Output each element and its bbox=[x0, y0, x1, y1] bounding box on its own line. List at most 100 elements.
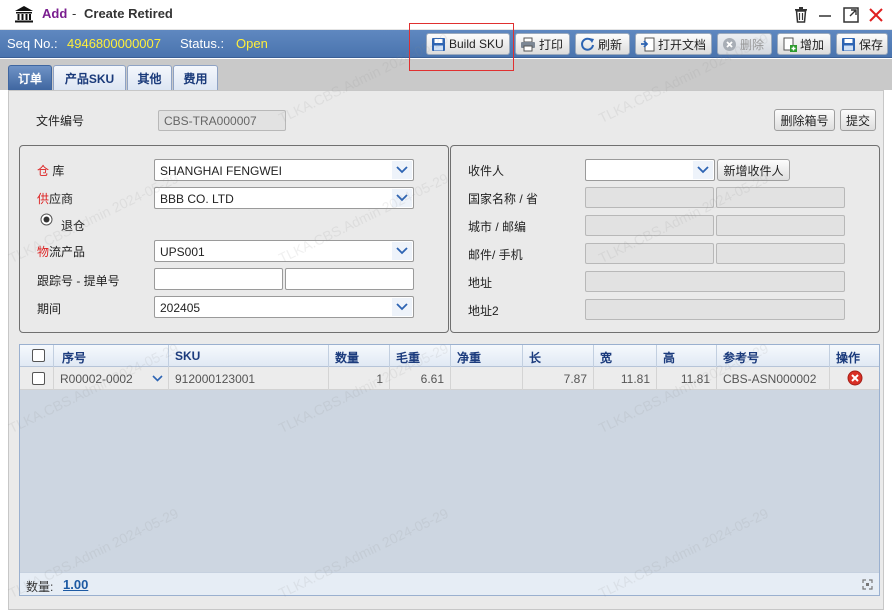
supplier-label: 供应商 bbox=[37, 192, 74, 206]
build-sku-button[interactable]: Build SKU bbox=[426, 33, 510, 55]
supplier-select[interactable]: BBB CO. LTD bbox=[154, 187, 414, 209]
col-length[interactable]: 长 bbox=[523, 345, 594, 367]
cell-qty[interactable]: 1 bbox=[329, 367, 390, 390]
refresh-icon bbox=[581, 37, 594, 51]
col-height[interactable]: 高 bbox=[657, 345, 717, 367]
chevron-down-icon bbox=[392, 161, 412, 179]
sku-grid: 序号 SKU 数量 毛重 净重 长 宽 高 参考号 操作 R00002-0002… bbox=[19, 344, 880, 596]
trash-icon[interactable] bbox=[792, 6, 810, 24]
col-gross-weight[interactable]: 毛重 bbox=[390, 345, 451, 367]
footer-qty-value[interactable]: 1.00 bbox=[63, 577, 88, 592]
close-icon[interactable] bbox=[867, 6, 885, 24]
status-value: Open bbox=[236, 36, 268, 51]
window-title-separator: - bbox=[72, 6, 77, 21]
cell-height[interactable]: 11.81 bbox=[657, 367, 717, 390]
window-title-bar: Add - Create Retired bbox=[0, 0, 892, 30]
cell-width[interactable]: 11.81 bbox=[594, 367, 657, 390]
delete-circle-icon bbox=[723, 37, 736, 51]
city-zip-label: 城市 / 邮编 bbox=[468, 220, 527, 234]
col-sku[interactable]: SKU bbox=[169, 345, 329, 367]
record-toolbar: Seq No.: 4946800000007 Status.: Open Bui… bbox=[0, 30, 892, 58]
cell-gross-weight[interactable]: 6.61 bbox=[390, 367, 451, 390]
cell-ref-no[interactable]: CBS-ASN000002 bbox=[717, 367, 830, 390]
window-title-mode: Add bbox=[42, 6, 68, 21]
tracking-number-input[interactable] bbox=[154, 268, 283, 290]
city-field bbox=[585, 215, 714, 236]
tab-bar: 订单 产品SKU 其他 费用 bbox=[0, 59, 892, 90]
bill-of-lading-input[interactable] bbox=[285, 268, 414, 290]
delete-label: 删除 bbox=[740, 37, 765, 52]
col-net-weight[interactable]: 净重 bbox=[451, 345, 523, 367]
open-document-icon bbox=[641, 37, 655, 51]
header-select-all bbox=[20, 345, 54, 367]
order-form: 文件编号 CBS-TRA000007 删除箱号 提交 仓 库 SHANGHAI … bbox=[8, 90, 884, 610]
chevron-down-icon bbox=[693, 161, 713, 179]
add-document-icon bbox=[783, 37, 797, 52]
period-label: 期间 bbox=[37, 302, 62, 316]
seq-label: Seq No.: bbox=[7, 36, 58, 51]
print-label: 打印 bbox=[539, 37, 564, 52]
shipment-panel: 仓 库 SHANGHAI FENGWEI 供应商 BBB CO. LTD 退仓 … bbox=[19, 145, 449, 333]
print-button[interactable]: 打印 bbox=[515, 33, 570, 55]
cell-length[interactable]: 7.87 bbox=[523, 367, 594, 390]
footer-qty-label: 数量: bbox=[26, 580, 54, 594]
col-seq[interactable]: 序号 bbox=[54, 345, 169, 367]
recipient-label: 收件人 bbox=[468, 164, 505, 178]
refresh-button[interactable]: 刷新 bbox=[575, 33, 630, 55]
email-field bbox=[585, 243, 714, 264]
col-width[interactable]: 宽 bbox=[594, 345, 657, 367]
doc-no-field: CBS-TRA000007 bbox=[158, 110, 286, 131]
grid-footer: 数量: 1.00 bbox=[20, 572, 879, 595]
row-checkbox[interactable] bbox=[32, 372, 45, 385]
tab-other[interactable]: 其他 bbox=[127, 65, 172, 90]
warehouse-select[interactable]: SHANGHAI FENGWEI bbox=[154, 159, 414, 181]
save-label: 保存 bbox=[859, 37, 884, 52]
address2-label: 地址2 bbox=[468, 304, 499, 318]
recipient-select[interactable] bbox=[585, 159, 715, 181]
maximize-icon[interactable] bbox=[842, 6, 860, 24]
minimize-icon[interactable] bbox=[816, 6, 834, 24]
grid-header: 序号 SKU 数量 毛重 净重 长 宽 高 参考号 操作 bbox=[20, 345, 879, 367]
chevron-down-icon bbox=[392, 298, 412, 316]
return-radio[interactable] bbox=[40, 213, 53, 226]
tracking-label: 跟踪号 - 提单号 bbox=[37, 274, 120, 288]
tab-order[interactable]: 订单 bbox=[8, 65, 52, 90]
delete-row-icon[interactable] bbox=[847, 370, 863, 386]
period-select[interactable]: 202405 bbox=[154, 296, 414, 318]
open-document-button[interactable]: 打开文档 bbox=[635, 33, 712, 55]
refresh-label: 刷新 bbox=[598, 37, 623, 52]
select-all-checkbox[interactable] bbox=[32, 349, 45, 362]
tab-fees[interactable]: 费用 bbox=[173, 65, 218, 90]
add-label: 增加 bbox=[800, 37, 825, 52]
open-document-label: 打开文档 bbox=[658, 37, 707, 52]
cell-sku[interactable]: 912000123001 bbox=[169, 367, 329, 390]
col-qty[interactable]: 数量 bbox=[329, 345, 390, 367]
country-province-label: 国家名称 / 省 bbox=[468, 192, 539, 206]
add-button[interactable]: 增加 bbox=[777, 33, 831, 55]
tab-product-sku[interactable]: 产品SKU bbox=[53, 65, 126, 90]
address-label: 地址 bbox=[468, 276, 493, 290]
col-actions[interactable]: 操作 bbox=[830, 345, 879, 367]
province-field bbox=[716, 187, 845, 208]
cell-seq[interactable]: R00002-0002 bbox=[54, 367, 169, 390]
col-ref-no[interactable]: 参考号 bbox=[717, 345, 830, 367]
delete-button[interactable]: 删除 bbox=[717, 33, 772, 55]
build-sku-label: Build SKU bbox=[449, 37, 504, 51]
logistics-product-select[interactable]: UPS001 bbox=[154, 240, 414, 262]
delete-box-no-button[interactable]: 删除箱号 bbox=[774, 109, 835, 131]
chevron-down-icon bbox=[392, 242, 412, 260]
submit-button[interactable]: 提交 bbox=[840, 109, 876, 131]
address-field bbox=[585, 271, 845, 292]
doc-no-label: 文件编号 bbox=[36, 114, 85, 128]
add-recipient-button[interactable]: 新增收件人 bbox=[717, 159, 790, 181]
chevron-down-icon bbox=[392, 189, 412, 207]
expand-icon[interactable] bbox=[862, 579, 873, 590]
return-label: 退仓 bbox=[61, 219, 86, 233]
table-row[interactable]: R00002-0002 912000123001 1 6.61 7.87 11.… bbox=[20, 367, 879, 390]
zip-field bbox=[716, 215, 845, 236]
save-button[interactable]: 保存 bbox=[836, 33, 888, 55]
recipient-panel: 收件人 新增收件人 国家名称 / 省 城市 / 邮编 邮件/ 手机 地址 地址2 bbox=[450, 145, 880, 333]
phone-field bbox=[716, 243, 845, 264]
chevron-down-icon[interactable] bbox=[152, 375, 163, 382]
cell-net-weight[interactable] bbox=[451, 367, 523, 390]
